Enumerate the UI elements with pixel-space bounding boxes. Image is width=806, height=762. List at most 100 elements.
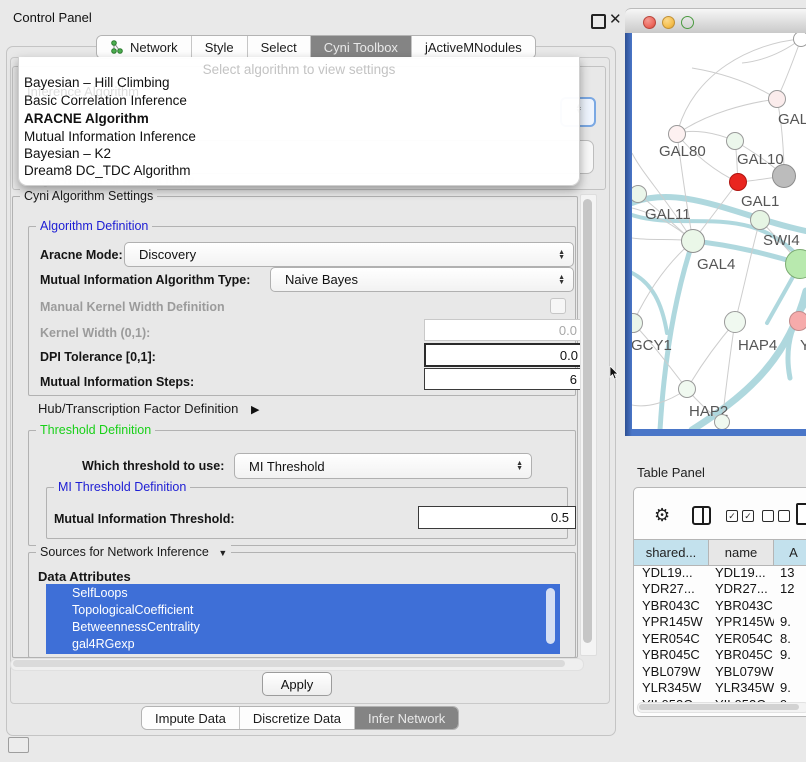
network-node-label: GAL11 bbox=[645, 206, 691, 223]
network-node[interactable] bbox=[681, 229, 705, 253]
network-node-label: HAP4 bbox=[738, 337, 777, 354]
table-row[interactable]: YBR045CYBR045C9. bbox=[636, 647, 806, 664]
network-node[interactable] bbox=[793, 33, 806, 47]
cyni-settings-title: Cyni Algorithm Settings bbox=[20, 189, 157, 203]
table-row[interactable]: YDR27...YDR27...12 bbox=[636, 581, 806, 598]
settings-horizontal-scrollbar[interactable] bbox=[10, 658, 584, 671]
column-header-partial[interactable]: A bbox=[774, 540, 806, 565]
dropdown-item[interactable]: Bayesian – Hill Climbing bbox=[24, 75, 170, 93]
deselect-columns-icon[interactable] bbox=[762, 510, 790, 522]
spinner-arrows-icon: ▲▼ bbox=[558, 250, 565, 260]
dropdown-item[interactable]: Bayesian – K2 bbox=[24, 146, 111, 164]
manual-kernel-label: Manual Kernel Width Definition bbox=[40, 300, 225, 314]
tab-network[interactable]: Network bbox=[97, 36, 192, 58]
close-panel-icon[interactable]: ✕ bbox=[609, 13, 622, 27]
zoom-traffic-light-icon[interactable] bbox=[681, 16, 694, 29]
attribute-list-item[interactable]: BetweennessCentrality bbox=[46, 618, 560, 635]
spinner-arrows-icon: ▲▼ bbox=[558, 275, 565, 285]
which-threshold-label: Which threshold to use: bbox=[82, 459, 224, 473]
attribute-list-item[interactable]: TopologicalCoefficient bbox=[46, 601, 560, 618]
table-horizontal-scrollbar[interactable] bbox=[637, 702, 806, 713]
network-node-label: GAL bbox=[778, 111, 806, 128]
tab-select[interactable]: Select bbox=[248, 36, 311, 58]
mi-threshold-field[interactable]: 0.5 bbox=[418, 506, 576, 529]
scrollbar-thumb[interactable] bbox=[639, 704, 799, 710]
column-header-shared[interactable]: shared... bbox=[634, 540, 709, 565]
which-threshold-value: MI Threshold bbox=[235, 459, 516, 474]
network-frame: GALGAL80GAL10GAL1GAL11SWI4GAL4GCY1HAP4YH… bbox=[625, 33, 806, 436]
table-row[interactable]: YLR345WYLR345W9. bbox=[636, 680, 806, 697]
dropdown-item-selected[interactable]: ARACNE Algorithm bbox=[24, 111, 149, 129]
table-row[interactable]: YER054CYER054C8. bbox=[636, 630, 806, 647]
network-window-titlebar[interactable] bbox=[625, 8, 806, 34]
mi-steps-field[interactable]: 6 bbox=[424, 368, 584, 390]
minimize-traffic-light-icon[interactable] bbox=[662, 16, 675, 29]
attributes-scrollbar[interactable] bbox=[546, 588, 555, 644]
network-node[interactable] bbox=[678, 380, 696, 398]
network-node[interactable] bbox=[668, 125, 686, 143]
scrollbar-thumb[interactable] bbox=[583, 199, 592, 643]
mi-type-label: Mutual Information Algorithm Type: bbox=[40, 273, 250, 287]
table-rows[interactable]: YDL19...YDL19...13 YDR27...YDR27...12 YB… bbox=[636, 564, 806, 702]
select-all-columns-icon[interactable]: ✓✓ bbox=[726, 510, 754, 522]
scrollbar-thumb[interactable] bbox=[13, 660, 565, 667]
tab-discretize-data[interactable]: Discretize Data bbox=[240, 707, 355, 729]
data-attributes-label: Data Attributes bbox=[38, 569, 131, 584]
table-row[interactable]: YBR043CYBR043C bbox=[636, 597, 806, 614]
tab-cyni-toolbox[interactable]: Cyni Toolbox bbox=[311, 36, 412, 58]
tab-impute-data[interactable]: Impute Data bbox=[142, 707, 240, 729]
network-node[interactable] bbox=[724, 311, 746, 333]
tab-network-label: Network bbox=[130, 40, 178, 55]
bottom-tabbar: Impute Data Discretize Data Infer Networ… bbox=[141, 706, 459, 730]
close-traffic-light-icon[interactable] bbox=[643, 16, 656, 29]
settings-vertical-scrollbar[interactable] bbox=[580, 194, 597, 656]
hub-definition-label: Hub/Transcription Factor Definition bbox=[38, 401, 238, 416]
network-node[interactable] bbox=[750, 210, 770, 230]
dpi-tolerance-field[interactable]: 0.0 bbox=[424, 343, 586, 367]
sources-title: Sources for Network Inference bbox=[40, 545, 209, 559]
manual-kernel-checkbox[interactable] bbox=[550, 298, 566, 314]
aracne-mode-combo[interactable]: Discovery ▲▼ bbox=[124, 242, 574, 267]
mi-steps-label: Mutual Information Steps: bbox=[40, 375, 194, 389]
network-node-label: GAL80 bbox=[659, 143, 706, 160]
expanded-arrow-icon: ▼ bbox=[218, 548, 227, 558]
network-node[interactable] bbox=[729, 173, 747, 191]
dpi-tolerance-label: DPI Tolerance [0,1]: bbox=[40, 350, 156, 364]
export-table-icon[interactable] bbox=[796, 503, 806, 525]
which-threshold-combo[interactable]: MI Threshold ▲▼ bbox=[234, 453, 532, 479]
attribute-list-item[interactable]: SelfLoops bbox=[46, 584, 560, 601]
split-view-icon[interactable] bbox=[692, 506, 711, 525]
float-panel-icon[interactable] bbox=[591, 14, 606, 29]
network-tab-icon bbox=[110, 40, 124, 54]
table-row[interactable]: YBL079WYBL079W bbox=[636, 663, 806, 680]
tab-style[interactable]: Style bbox=[192, 36, 248, 58]
dropdown-item[interactable]: Mutual Information Inference bbox=[24, 129, 196, 147]
network-node-label: GAL4 bbox=[697, 256, 735, 273]
threshold-definition-title: Threshold Definition bbox=[36, 423, 155, 437]
network-canvas[interactable]: GALGAL80GAL10GAL1GAL11SWI4GAL4GCY1HAP4YH… bbox=[632, 33, 806, 429]
table-row[interactable]: YDL19...YDL19...13 bbox=[636, 564, 806, 581]
dropdown-item[interactable]: Basic Correlation Inference bbox=[24, 93, 187, 111]
kernel-width-field[interactable]: 0.0 bbox=[424, 319, 584, 341]
tab-jactivemnodules[interactable]: jActiveMNodules bbox=[412, 36, 535, 58]
attribute-list-item[interactable]: gal4RGexp bbox=[46, 635, 560, 652]
network-node[interactable] bbox=[726, 132, 744, 150]
network-node[interactable] bbox=[714, 414, 730, 429]
minimized-panel-icon[interactable] bbox=[8, 737, 29, 753]
network-node[interactable] bbox=[772, 164, 796, 188]
mi-threshold-label: Mutual Information Threshold: bbox=[54, 512, 235, 526]
control-panel-title: Control Panel bbox=[13, 10, 92, 25]
tab-infer-network[interactable]: Infer Network bbox=[355, 707, 458, 729]
dropdown-item[interactable]: Dream8 DC_TDC Algorithm bbox=[24, 163, 191, 181]
network-node[interactable] bbox=[789, 311, 806, 331]
screen: Control Panel ✕ Network Style Select Cyn… bbox=[0, 0, 806, 762]
gear-icon[interactable]: ⚙ bbox=[654, 505, 670, 526]
spinner-arrows-icon: ▲▼ bbox=[516, 461, 523, 471]
network-node[interactable] bbox=[768, 90, 786, 108]
column-header-name[interactable]: name bbox=[709, 540, 774, 565]
table-row[interactable]: YPR145WYPR145W9. bbox=[636, 614, 806, 631]
hub-definition-toggle[interactable]: Hub/Transcription Factor Definition ▶ bbox=[38, 401, 259, 416]
apply-button[interactable]: Apply bbox=[262, 672, 332, 696]
sources-title-row[interactable]: Sources for Network Inference ▼ bbox=[36, 545, 231, 559]
mi-type-combo[interactable]: Naive Bayes ▲▼ bbox=[270, 267, 574, 292]
